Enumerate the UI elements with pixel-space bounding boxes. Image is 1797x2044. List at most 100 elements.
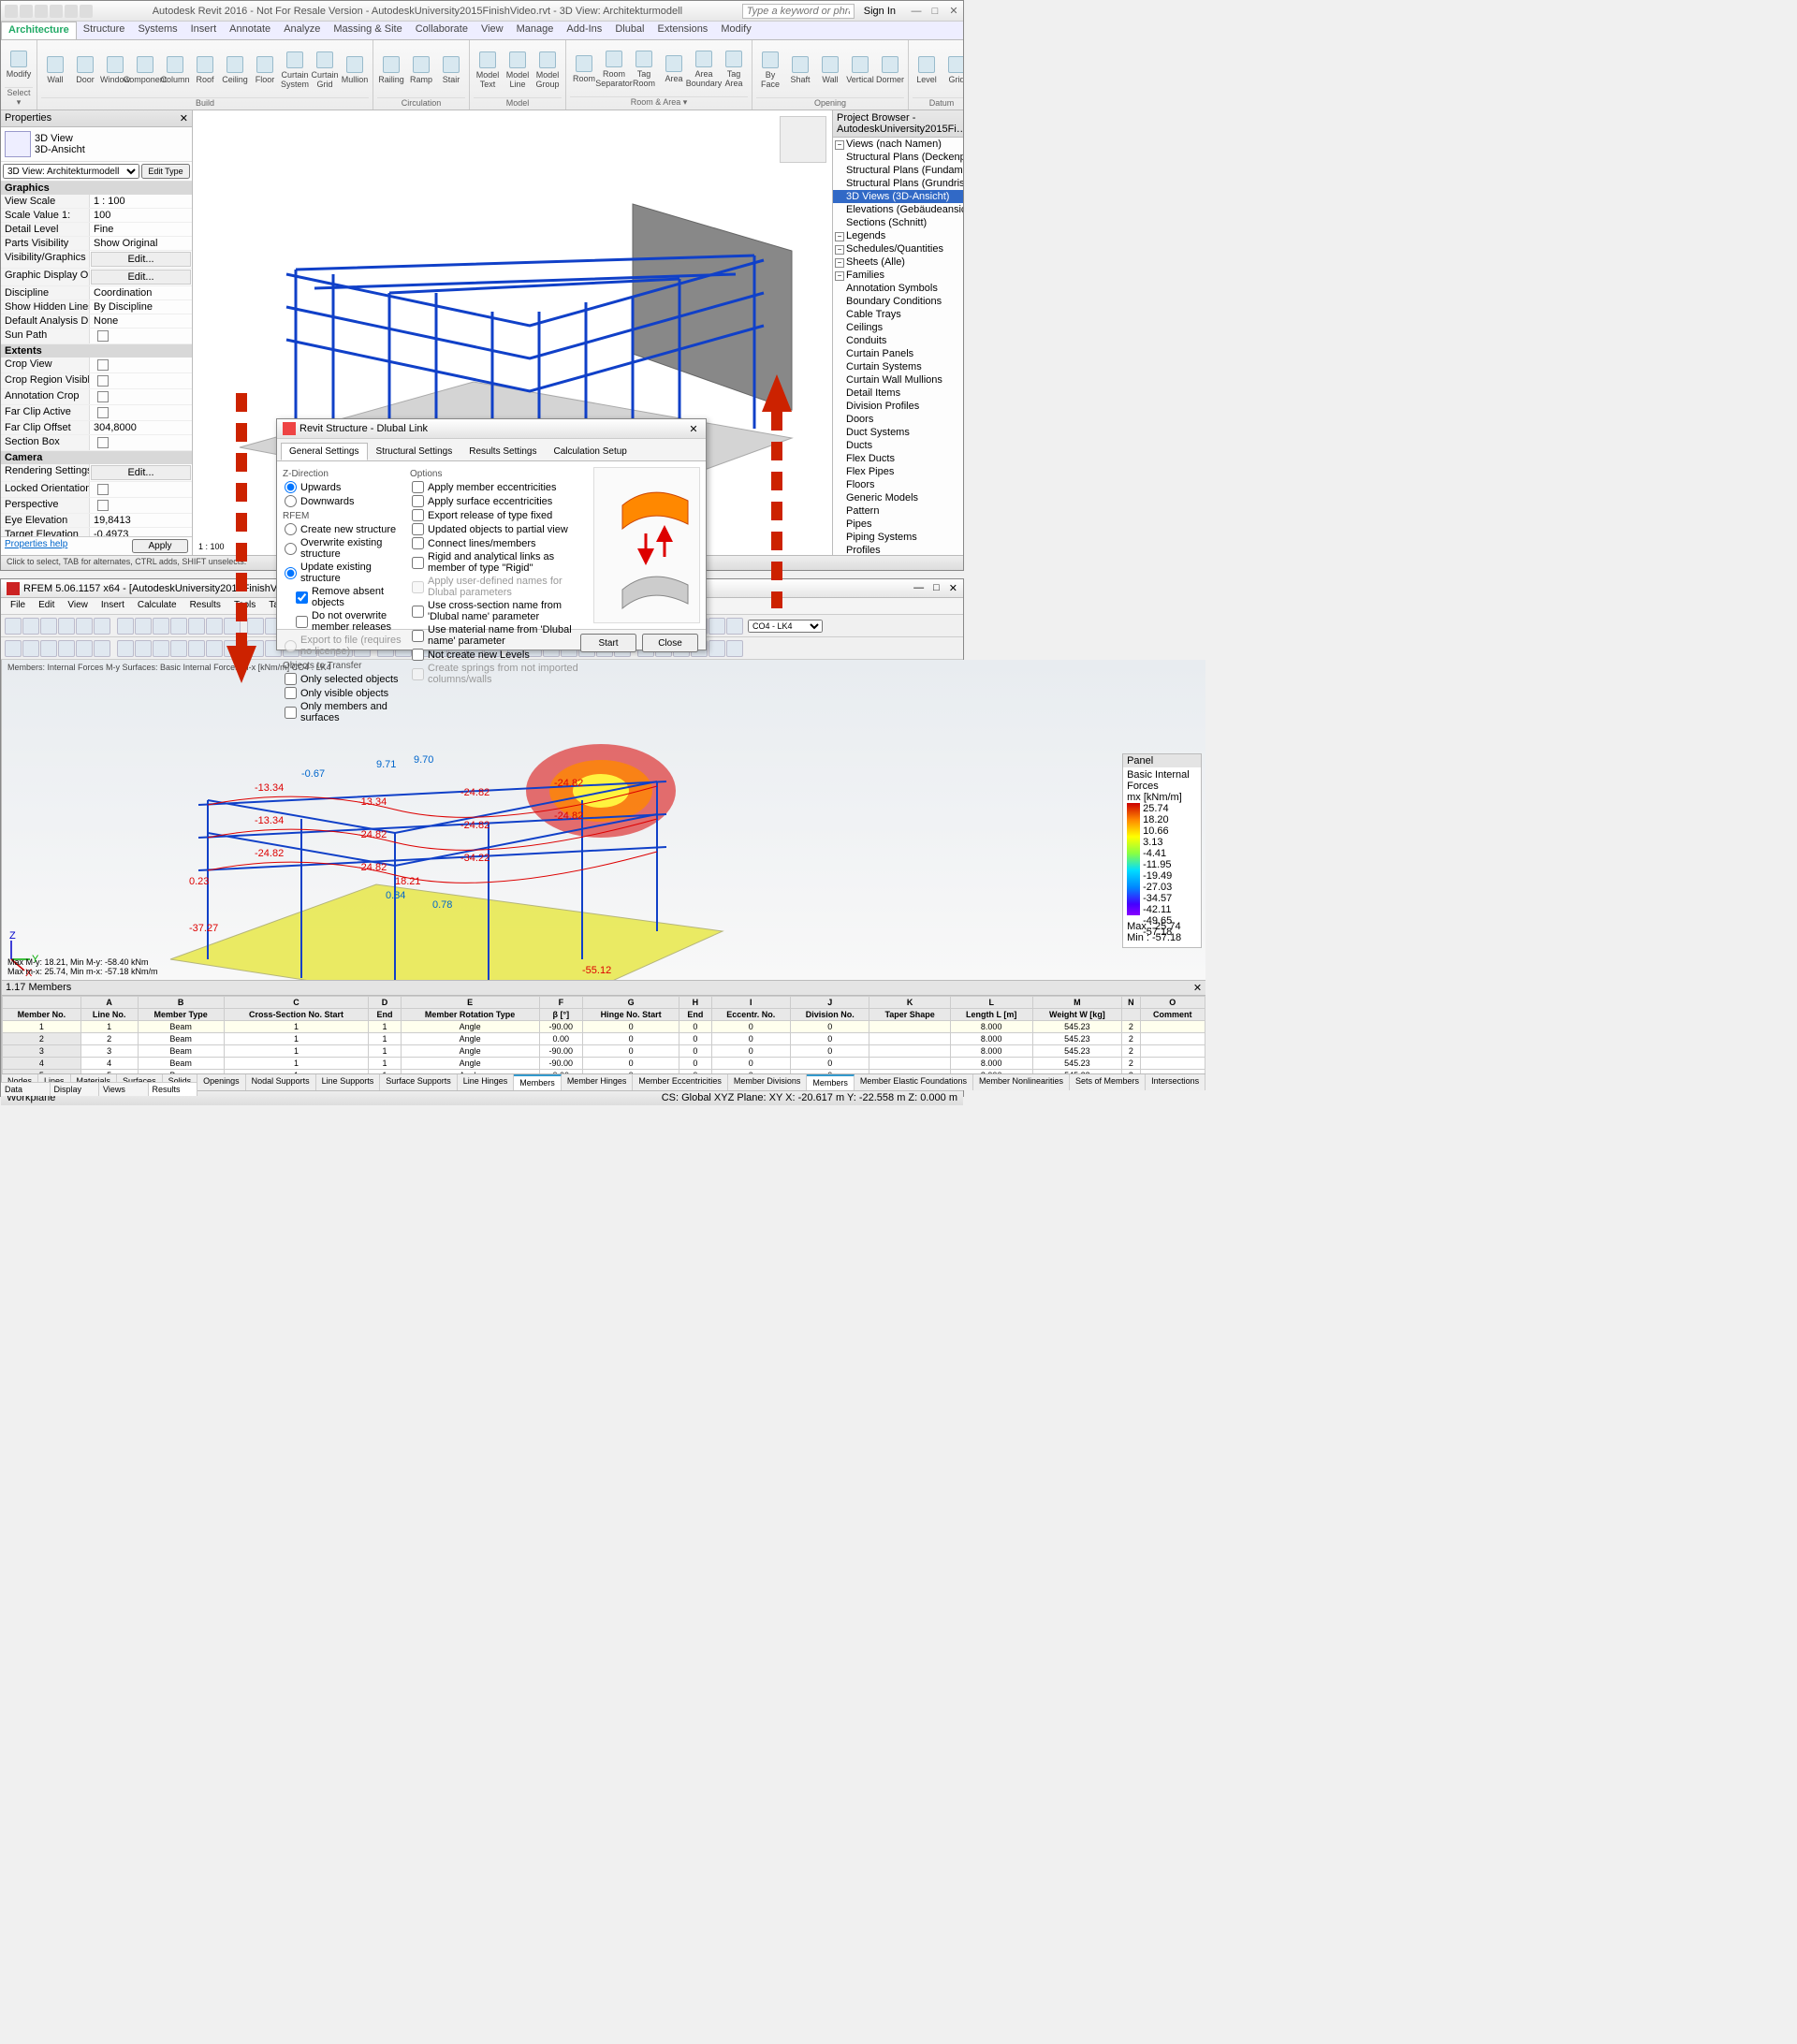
prop-perspective[interactable]: Perspective bbox=[1, 498, 192, 514]
remove-check[interactable]: Remove absent objects bbox=[283, 586, 404, 608]
tree-elevations-geb-udeansicht-[interactable]: Elevations (Gebäudeansicht) bbox=[833, 203, 963, 216]
dormer-button[interactable]: Dormer bbox=[876, 42, 904, 97]
prop-locked-orientation[interactable]: Locked Orientation bbox=[1, 482, 192, 498]
maximize-icon[interactable]: □ bbox=[929, 6, 941, 17]
toolbtn-rfem-tools-1[interactable] bbox=[22, 618, 39, 635]
prop-detail-level[interactable]: Detail LevelFine bbox=[1, 223, 192, 237]
toolbtn-rfem-tools-0[interactable] bbox=[5, 618, 22, 635]
tree-3d-views-3d-ansicht-[interactable]: 3D Views (3D-Ansicht) bbox=[833, 190, 963, 203]
overwrite-radio[interactable]: Overwrite existing structure bbox=[283, 537, 404, 560]
tab-collaborate[interactable]: Collaborate bbox=[409, 22, 475, 39]
tree-pattern[interactable]: Pattern bbox=[833, 504, 963, 518]
upwards-radio[interactable]: Upwards bbox=[283, 481, 404, 493]
tree-curtain-panels[interactable]: Curtain Panels bbox=[833, 347, 963, 360]
tbltab-line-hinges[interactable]: Line Hinges bbox=[458, 1074, 515, 1090]
prop-target-elevation[interactable]: Target Elevation-0,4973 bbox=[1, 528, 192, 536]
tab-view[interactable]: View bbox=[475, 22, 510, 39]
vertical-button[interactable]: Vertical bbox=[846, 42, 874, 97]
tree-structural-plans-fundamente-[interactable]: Structural Plans (Fundamente) bbox=[833, 164, 963, 177]
prop-sun-path[interactable]: Sun Path bbox=[1, 328, 192, 344]
close-panel-icon[interactable]: ✕ bbox=[180, 112, 188, 124]
prop-show-hidden-lines[interactable]: Show Hidden LinesBy Discipline bbox=[1, 300, 192, 314]
tbltab-line-supports[interactable]: Line Supports bbox=[316, 1074, 381, 1090]
tbltab-members[interactable]: Members bbox=[514, 1074, 562, 1090]
toolbtn-rfem-tools2-2[interactable] bbox=[40, 640, 57, 657]
prop-far-clip-active[interactable]: Far Clip Active bbox=[1, 405, 192, 421]
ceiling-button[interactable]: Ceiling bbox=[221, 42, 249, 97]
minimize-icon[interactable]: — bbox=[911, 6, 922, 17]
menu-results[interactable]: Results bbox=[184, 598, 226, 614]
close-button[interactable]: Close bbox=[642, 634, 698, 652]
toolbtn-rfem-tools2-38[interactable] bbox=[709, 640, 725, 657]
toolbtn-rfem-tools2-9[interactable] bbox=[170, 640, 187, 657]
members-table[interactable]: ABCDEFGHIJKLMNOMember No.Line No.Member … bbox=[2, 996, 1205, 1073]
ecc-s-check[interactable]: Apply surface eccentricities bbox=[410, 495, 588, 507]
signin-label[interactable]: Sign In bbox=[864, 6, 896, 17]
only-selected-check[interactable]: Only selected objects bbox=[283, 673, 404, 685]
dlg-tab-general-settings[interactable]: General Settings bbox=[281, 443, 368, 460]
properties-help-link[interactable]: Properties help bbox=[5, 539, 67, 553]
tree-annotation-symbols[interactable]: Annotation Symbols bbox=[833, 282, 963, 295]
toolbtn-rfem-tools-6[interactable] bbox=[117, 618, 134, 635]
prop-default-analysis-display-style[interactable]: Default Analysis Display StyleNone bbox=[1, 314, 192, 328]
tree-duct-systems[interactable]: Duct Systems bbox=[833, 426, 963, 439]
toolbtn-rfem-tools-11[interactable] bbox=[206, 618, 223, 635]
tree-views-nach-namen-[interactable]: −Views (nach Namen) bbox=[833, 138, 963, 151]
update-radio[interactable]: Update existing structure bbox=[283, 562, 404, 584]
tbltab-surface-supports[interactable]: Surface Supports bbox=[380, 1074, 458, 1090]
by-face-button[interactable]: By Face bbox=[756, 42, 784, 97]
tree-ceilings[interactable]: Ceilings bbox=[833, 321, 963, 334]
wall-button[interactable]: Wall bbox=[41, 42, 69, 97]
prop-graphic-display-options[interactable]: Graphic Display OptionsEdit... bbox=[1, 269, 192, 286]
toolbtn-rfem-tools2-39[interactable] bbox=[726, 640, 743, 657]
tab-massing-site[interactable]: Massing & Site bbox=[327, 22, 408, 39]
modify-button[interactable]: Modify bbox=[5, 42, 33, 87]
only-visible-check[interactable]: Only visible objects bbox=[283, 687, 404, 699]
dialog-close-icon[interactable]: ✕ bbox=[687, 423, 700, 435]
tab-add-ins[interactable]: Add-Ins bbox=[560, 22, 608, 39]
toolbtn-rfem-tools2-7[interactable] bbox=[135, 640, 152, 657]
rfem-max-icon[interactable]: □ bbox=[933, 582, 940, 594]
railing-button[interactable]: Railing bbox=[377, 42, 405, 97]
tree-structural-plans-grundrisse-[interactable]: Structural Plans (Grundrisse) bbox=[833, 177, 963, 190]
stair-button[interactable]: Stair bbox=[437, 42, 465, 97]
close-icon[interactable]: ✕ bbox=[948, 6, 959, 17]
toolbtn-rfem-tools-10[interactable] bbox=[188, 618, 205, 635]
prop-parts-visibility[interactable]: Parts VisibilityShow Original bbox=[1, 237, 192, 251]
qat-open-icon[interactable] bbox=[20, 5, 33, 18]
tree-detail-items[interactable]: Detail Items bbox=[833, 387, 963, 400]
tbltab-member-divisions[interactable]: Member Divisions bbox=[728, 1074, 808, 1090]
tree-legends[interactable]: −Legends bbox=[833, 229, 963, 242]
prop-visibility-graphics-overrides[interactable]: Visibility/Graphics OverridesEdit... bbox=[1, 251, 192, 269]
help-search-input[interactable] bbox=[742, 4, 855, 19]
room-separator-button[interactable]: Room Separator bbox=[600, 42, 628, 96]
tree-curtain-systems[interactable]: Curtain Systems bbox=[833, 360, 963, 373]
tab-analyze[interactable]: Analyze bbox=[277, 22, 327, 39]
viewcube[interactable] bbox=[780, 116, 826, 163]
prop-far-clip-offset[interactable]: Far Clip Offset304,8000 bbox=[1, 421, 192, 435]
toolbtn-rfem-tools-2[interactable] bbox=[40, 618, 57, 635]
toolbtn-rfem-tools2-10[interactable] bbox=[188, 640, 205, 657]
dialog-titlebar[interactable]: Revit Structure - Dlubal Link ✕ bbox=[277, 419, 706, 439]
tree-piping-systems[interactable]: Piping Systems bbox=[833, 531, 963, 544]
rel-check[interactable]: Export release of type fixed bbox=[410, 509, 588, 521]
app-menu-icon[interactable] bbox=[5, 5, 18, 18]
tbltab-nodal-supports[interactable]: Nodal Supports bbox=[246, 1074, 316, 1090]
prop-view-scale[interactable]: View Scale1 : 100 bbox=[1, 195, 192, 209]
tree-flex-ducts[interactable]: Flex Ducts bbox=[833, 452, 963, 465]
toolbtn-rfem-tools2-8[interactable] bbox=[153, 640, 169, 657]
window-button[interactable]: Window bbox=[101, 42, 129, 97]
menu-edit[interactable]: Edit bbox=[33, 598, 60, 614]
qat-undo-icon[interactable] bbox=[50, 5, 63, 18]
dlg-tab-structural-settings[interactable]: Structural Settings bbox=[368, 443, 461, 460]
model-group-button[interactable]: Model Group bbox=[533, 42, 562, 97]
toolbtn-rfem-tools-7[interactable] bbox=[135, 618, 152, 635]
tree-division-profiles[interactable]: Division Profiles bbox=[833, 400, 963, 413]
mullion-button[interactable]: Mullion bbox=[341, 42, 369, 97]
tab-architecture[interactable]: Architecture bbox=[1, 22, 77, 39]
matname-check[interactable]: Use material name from 'Dlubal name' par… bbox=[410, 624, 588, 647]
rigid-check[interactable]: Rigid and analytical links as member of … bbox=[410, 551, 588, 574]
qat-redo-icon[interactable] bbox=[65, 5, 78, 18]
toolbtn-rfem-tools-38[interactable] bbox=[709, 618, 725, 635]
toolbtn-rfem-tools2-11[interactable] bbox=[206, 640, 223, 657]
